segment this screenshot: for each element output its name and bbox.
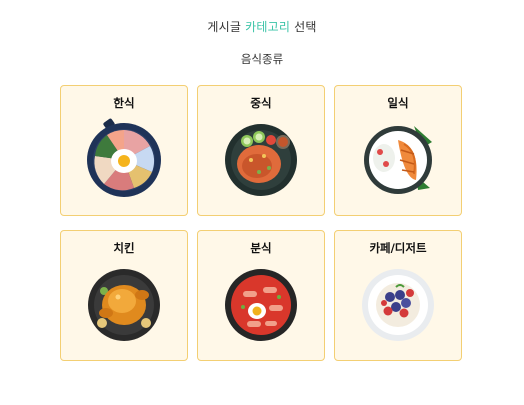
title-prefix: 게시글 (207, 20, 242, 34)
tonkatsu-icon (356, 116, 440, 200)
dessert-bowl-icon (356, 261, 440, 345)
category-select-page: 게시글 카테고리 선택 음식종류 한식 중식 일식 치킨 분식 카페/디저트 (0, 0, 524, 405)
category-card-chicken[interactable]: 치킨 (60, 230, 188, 361)
category-label: 중식 (250, 96, 272, 110)
category-card-japanese[interactable]: 일식 (334, 85, 462, 216)
category-label: 일식 (387, 96, 409, 110)
category-label: 치킨 (113, 241, 135, 255)
title-suffix: 선택 (294, 20, 317, 34)
roast-chicken-icon (82, 261, 166, 345)
category-label: 한식 (113, 96, 135, 110)
category-card-korean[interactable]: 한식 (60, 85, 188, 216)
tteokbokki-icon (219, 261, 303, 345)
category-label: 카페/디저트 (369, 241, 427, 255)
category-card-snack[interactable]: 분식 (197, 230, 325, 361)
category-label: 분식 (250, 241, 272, 255)
page-title: 게시글 카테고리 선택 (0, 18, 524, 35)
bibimbap-icon (82, 116, 166, 200)
fried-rice-icon (219, 116, 303, 200)
category-card-chinese[interactable]: 중식 (197, 85, 325, 216)
title-accent: 카테고리 (245, 20, 291, 34)
category-card-cafe-dessert[interactable]: 카페/디저트 (334, 230, 462, 361)
section-title: 음식종류 (240, 52, 284, 66)
